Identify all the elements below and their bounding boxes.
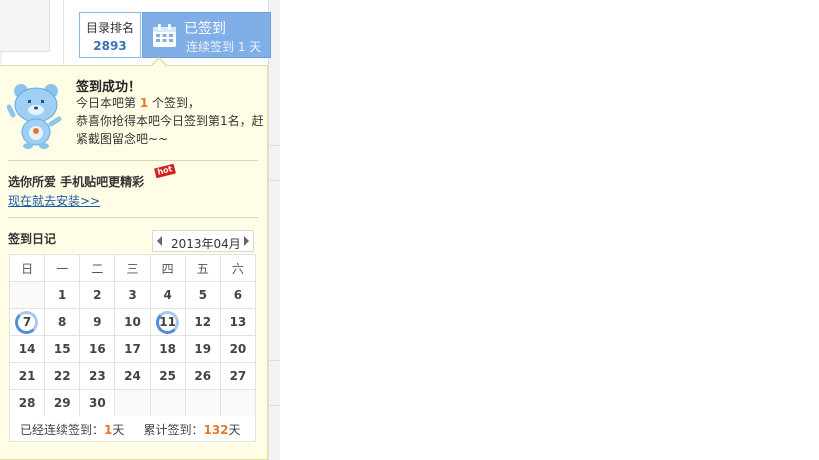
weekday-header: 日一二三四五六 [8,254,257,282]
sign-status: 已签到 [184,21,226,37]
calendar-day[interactable]: 19 [184,335,221,363]
rank-label: 目录排名 [85,21,134,35]
calendar-day[interactable]: 15 [44,335,81,363]
calendar-day[interactable]: 6 [219,281,257,309]
calendar-icon [153,24,176,47]
calendar-day[interactable]: 18 [149,335,186,363]
weekday-label: 四 [149,254,186,282]
sign-calendar: 日一二三四五六 1 2 3 4 5 6 7 8 9 10 11 12 13 14 15 16 17 18 19 20 2… [8,254,257,417]
calendar-week: 28 29 30 [8,389,257,417]
calendar-day[interactable]: 10 [114,308,151,336]
calendar-day[interactable]: 1 [44,281,81,309]
weekday-label: 二 [79,254,116,282]
install-now-link[interactable]: 现在就去安装>> [8,192,100,209]
weekday-label: 五 [184,254,221,282]
total-sign-days: 132 [203,423,229,437]
sign-in-button[interactable]: 已签到 连续签到 1 天 [142,12,271,58]
congrats-message: 恭喜你抢得本吧今日签到第1名，赶 [76,114,264,128]
calendar-day-signed[interactable]: 11 [149,308,186,336]
calendar-day-number: 7 [22,315,32,329]
calendar-week: 123456 [8,281,257,309]
weekday-label: 六 [219,254,257,282]
calendar-day[interactable]: 22 [44,362,81,390]
divider [8,217,258,218]
calendar-day[interactable]: 27 [219,362,257,390]
sign-rank-message: 今日本吧第 1 个签到， [76,96,201,110]
sign-success-title: 签到成功！ [76,80,142,95]
calendar-empty-cell [8,281,46,309]
calendar-day[interactable]: 21 [8,362,46,390]
current-month: 2013年04月 [171,237,241,251]
calendar-day[interactable]: 17 [114,335,151,363]
calendar-day[interactable]: 3 [114,281,151,309]
bear-mascot-icon [7,84,62,149]
weekday-label: 日 [8,254,46,282]
page-divider [63,0,64,70]
calendar-day[interactable]: 24 [114,362,151,390]
calendar-day-number: 11 [159,315,176,329]
calendar-empty-cell [149,389,186,417]
weekday-label: 三 [114,254,151,282]
calendar-day[interactable]: 30 [79,389,116,417]
directory-rank-box[interactable]: 目录排名 2893 [79,12,141,58]
prev-month-icon[interactable] [157,236,162,246]
calendar-day[interactable]: 12 [184,308,221,336]
sign-diary-title: 签到日记 [8,232,57,246]
calendar-day[interactable]: 5 [184,281,221,309]
sign-streak: 连续签到 1 天 [186,40,262,54]
page-left-panel [0,0,50,52]
calendar-day[interactable]: 28 [8,389,46,417]
calendar-week: 21 22 23 24 25 26 27 [8,362,257,390]
page-right-panel [268,0,280,460]
divider [8,160,258,161]
calendar-day[interactable]: 29 [44,389,81,417]
rank-value: 2893 [93,39,127,53]
hot-badge: hot [154,163,176,179]
calendar-day[interactable]: 20 [219,335,257,363]
calendar-day[interactable]: 26 [184,362,221,390]
sign-summary: 已经连续签到：1天 累计签到：132天 [9,416,256,442]
month-navigator: 2013年04月 [152,230,254,252]
calendar-empty-cell [219,389,257,417]
calendar-empty-cell [184,389,221,417]
weekday-label: 一 [44,254,81,282]
calendar-day[interactable]: 23 [79,362,116,390]
calendar-day[interactable]: 14 [8,335,46,363]
congrats-message-cont: 紧截图留念吧~~ [76,132,169,146]
calendar-day[interactable]: 4 [149,281,186,309]
calendar-week: 14 15 16 17 18 19 20 [8,335,257,363]
next-month-icon[interactable] [244,236,249,246]
calendar-day[interactable]: 13 [219,308,257,336]
calendar-day[interactable]: 9 [79,308,116,336]
sign-success-popup: 签到成功！ 今日本吧第 1 个签到， 恭喜你抢得本吧今日签到第1名，赶 紧截图留… [0,57,268,460]
calendar-day[interactable]: 16 [79,335,116,363]
calendar-empty-cell [114,389,151,417]
calendar-day[interactable]: 2 [79,281,116,309]
calendar-day[interactable]: 25 [149,362,186,390]
calendar-day-signed[interactable]: 7 [8,308,46,336]
mobile-promo-title: 选你所爱 手机贴吧更精彩 [8,175,145,189]
today-sign-rank: 1 [139,96,149,110]
calendar-day[interactable]: 8 [44,308,81,336]
calendar-week: 7 8 9 10 11 12 13 [8,308,257,336]
